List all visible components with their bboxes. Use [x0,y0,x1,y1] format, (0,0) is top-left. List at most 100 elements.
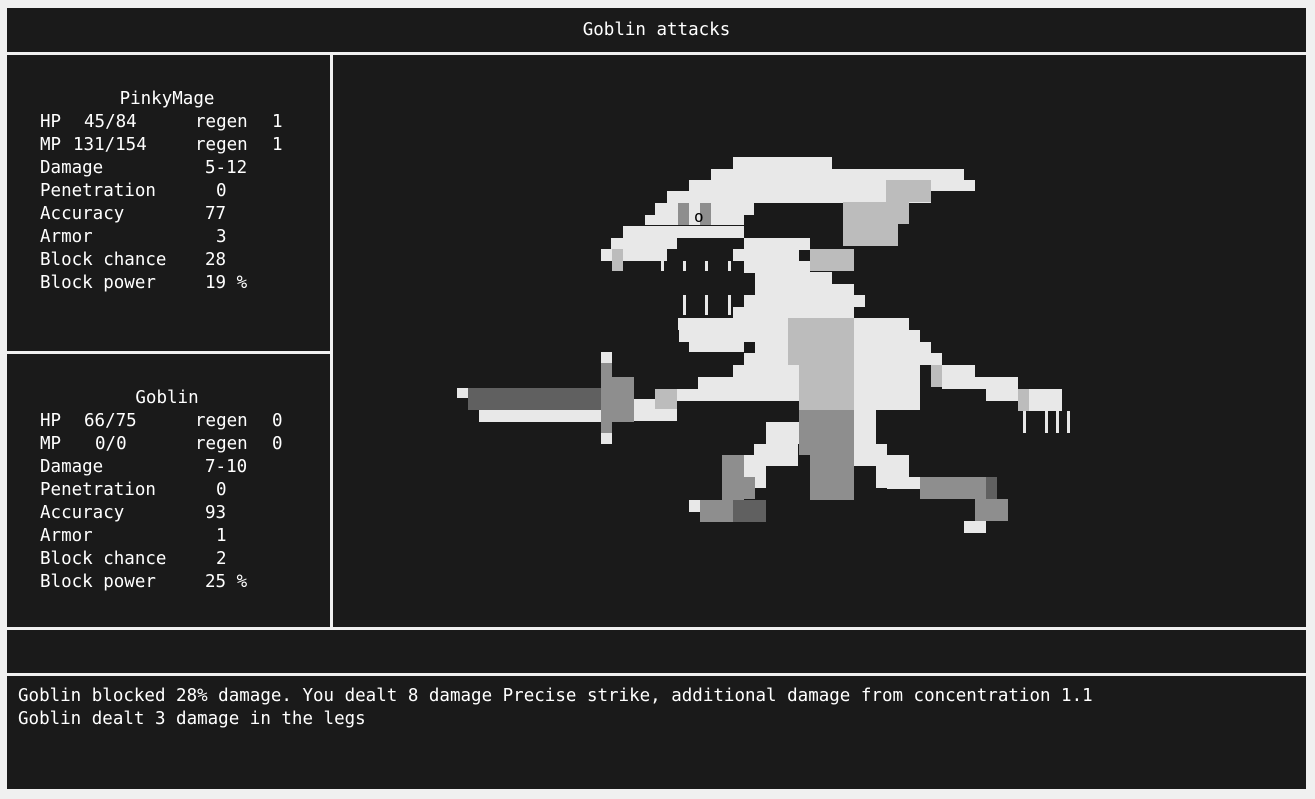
stat-value: 5-12 [205,158,248,178]
enemy-stat-hp: HP 66/75 regen 0 [40,410,283,433]
sprite-pixel [612,249,623,271]
stat-value: 28 [205,250,227,270]
sprite-pixel [843,202,909,224]
sprite-pixel [689,342,744,352]
player-stat-hp: HP 45/84 regen 1 [40,111,283,134]
title-bar: Goblin attacks [7,8,1306,52]
regen-value: 0 [272,434,283,454]
sprite-pixel [1018,389,1029,411]
stat-value: 1 [216,526,227,546]
enemy-stat-penetration: Penetration 0 [40,479,227,502]
sprite-pixel [733,500,766,522]
sprite-pixel [920,477,997,499]
stat-value: 2 [216,549,227,569]
stat-value: 7-10 [205,457,248,477]
sprite-pixel [722,455,744,500]
stat-label: Accuracy [40,503,125,523]
sprite-pixel [679,330,764,342]
player-stat-mp: MP 131/154 regen 1 [40,134,283,157]
sprite-pixel [1067,411,1070,433]
sprite-pixel [683,261,686,271]
stat-value: 25 % [205,572,248,592]
sprite-pixel [728,261,731,271]
sprite-pixel [669,389,799,401]
sprite-pixel [601,433,612,444]
sprite-pixel [986,477,997,499]
sprite-pixel [854,353,920,410]
sprite-pixel [479,410,608,422]
sprite-pixel [705,261,708,271]
stat-label: Penetration [40,480,156,500]
log-line: Goblin dealt 3 damage in the legs [18,709,366,729]
sprite-pixel [810,455,854,500]
sprite-pixel [733,249,799,261]
sprite-pixel [733,307,854,319]
sprite-pixel [843,224,898,246]
regen-label: regen [195,434,248,454]
sprite-pixel [1045,411,1048,433]
stat-value: 131/154 [73,135,147,155]
sprite-pixel [1029,399,1062,411]
sprite-pixel [733,365,799,377]
player-stat-penetration: Penetration 0 [40,180,227,203]
sprite-pixel [942,377,1018,389]
stat-value: 3 [216,227,227,247]
sprite-pixel [931,365,942,387]
sprite-pixel [661,261,664,271]
combat-log: Goblin blocked 28% damage. You dealt 8 d… [7,676,1306,789]
regen-value: 1 [272,135,283,155]
sprite-pixel [623,226,744,238]
sprite-pixel [678,318,767,330]
enemy-stat-armor: Armor 1 [40,525,227,548]
stat-value: 66/75 [84,411,137,431]
stat-value: 93 [205,503,227,523]
regen-value: 0 [272,411,283,431]
stat-label: Armor [40,526,93,546]
regen-value: 1 [272,112,283,132]
goblin-sprite: o [457,157,1070,533]
stat-label: HP [40,112,62,132]
sprite-pixel [711,169,964,180]
sprite-pixel [733,157,832,169]
sprite-pixel [755,284,854,296]
stat-value: 0 [216,181,227,201]
stat-label: Block power [40,572,156,592]
sprite-pixel [728,295,731,315]
sprite-pixel [655,389,677,409]
stat-label: MP [40,434,62,454]
sprite-pixel [975,499,1008,521]
enemy-stat-damage: Damage 7-10 [40,456,247,479]
sprite-pixel [468,388,608,410]
sprite-pixel [810,249,854,271]
player-stat-accuracy: Accuracy 77 [40,203,226,226]
sprite-pixel [457,388,468,398]
regen-label: regen [195,411,248,431]
stat-label: Damage [40,457,104,477]
sprite-pixel [683,295,686,315]
enemy-stat-mp: MP 0/0 regen 0 [40,433,283,456]
stat-label: Block power [40,273,156,293]
sprite-pixel [689,500,700,512]
player-stat-damage: Damage 5-12 [40,157,247,180]
sprite-pixel [689,180,975,191]
sprite-pixel [744,261,810,273]
player-stats-panel: PinkyMage HP 45/84 regen 1 MP 131/154 re… [7,55,330,351]
sprite-pixel [744,295,865,307]
stat-value: 19 % [205,273,248,293]
stat-label: Damage [40,158,104,178]
stat-label: Block chance [40,549,167,569]
sprite-pixel [700,500,733,522]
stat-label: Block chance [40,250,167,270]
sprite-pixel [1023,411,1026,433]
sprite-pixel [698,377,799,389]
stat-label: HP [40,411,62,431]
player-stat-armor: Armor 3 [40,226,227,249]
stat-label: Accuracy [40,204,125,224]
sprite-pixel [601,377,634,422]
sprite-pixel [886,180,931,202]
stat-value: 77 [205,204,227,224]
stat-value: 0/0 [95,434,127,454]
enemy-stat-block-chance: Block chance 2 [40,548,227,571]
sprite-pixel [601,249,667,261]
sprite-pixel [744,477,755,499]
